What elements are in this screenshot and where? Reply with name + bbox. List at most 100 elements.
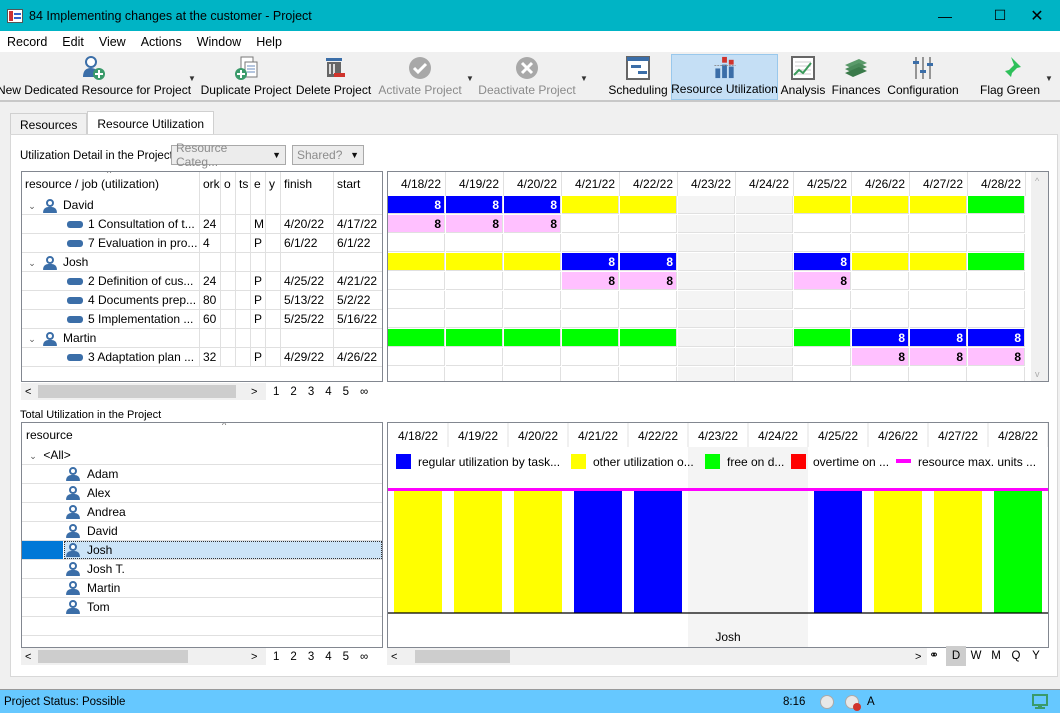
resource-list-item[interactable]: Tom: [22, 598, 382, 617]
utilization-cell[interactable]: [910, 253, 967, 271]
clock-add-icon[interactable]: [820, 695, 834, 709]
scroll-thumb[interactable]: [38, 385, 236, 398]
utilization-cell[interactable]: [736, 348, 793, 366]
utilization-cell[interactable]: 8: [794, 253, 851, 271]
configuration-button[interactable]: Configuration: [886, 54, 960, 100]
menu-edit[interactable]: Edit: [55, 35, 92, 49]
page-link[interactable]: ∞: [360, 651, 368, 663]
utilization-cell[interactable]: 8: [794, 272, 851, 290]
utilization-cell[interactable]: [736, 329, 793, 347]
utilization-cell[interactable]: [852, 310, 909, 328]
page-link[interactable]: 4: [325, 386, 331, 398]
clock-remove-icon[interactable]: [845, 695, 861, 711]
utilization-cell[interactable]: [736, 196, 793, 214]
close-button[interactable]: ✕: [1014, 0, 1060, 31]
minimize-button[interactable]: —: [922, 0, 968, 31]
utilization-cell[interactable]: [504, 310, 561, 328]
utilization-cell[interactable]: [852, 291, 909, 309]
column-header-work[interactable]: ork: [200, 172, 221, 196]
utilization-cell[interactable]: [678, 234, 735, 252]
page-link[interactable]: 5: [343, 386, 349, 398]
scroll-thumb[interactable]: [38, 650, 188, 663]
total-tree-hscrollbar[interactable]: < >: [21, 648, 266, 665]
utilization-cell[interactable]: [446, 253, 503, 271]
utilization-cell[interactable]: [736, 291, 793, 309]
utilization-cell[interactable]: [968, 272, 1025, 290]
utilization-cell[interactable]: [736, 310, 793, 328]
utilization-cell[interactable]: [620, 234, 677, 252]
utilization-cell[interactable]: [620, 310, 677, 328]
utilization-cell[interactable]: [504, 348, 561, 366]
chevron-down-icon[interactable]: ⌄: [25, 334, 39, 345]
utilization-cell[interactable]: 8: [910, 329, 967, 347]
utilization-cell[interactable]: [446, 234, 503, 252]
utilization-cell[interactable]: [794, 234, 851, 252]
utilization-cell[interactable]: [388, 329, 445, 347]
utilization-cell[interactable]: [620, 196, 677, 214]
page-link[interactable]: 2: [290, 386, 296, 398]
resource-category-filter[interactable]: Resource Categ... ▼: [171, 141, 286, 169]
deactivate-dropdown-icon[interactable]: ▼: [580, 74, 588, 83]
page-link[interactable]: 3: [308, 651, 314, 663]
utilization-cell[interactable]: [736, 253, 793, 271]
utilization-cell[interactable]: [910, 196, 967, 214]
column-header-resource[interactable]: resource: [26, 428, 73, 442]
chevron-down-icon[interactable]: ⌄: [25, 201, 39, 212]
page-link[interactable]: 4: [325, 651, 331, 663]
chevron-down-icon[interactable]: ⌄: [26, 451, 40, 462]
resource-list-item[interactable]: Martin: [22, 579, 382, 598]
scale-option-d[interactable]: D: [946, 646, 966, 666]
tab-resources[interactable]: Resources: [10, 113, 88, 135]
detail-tree-hscrollbar[interactable]: < >: [21, 383, 266, 400]
utilization-cell[interactable]: [910, 272, 967, 290]
menu-window[interactable]: Window: [190, 35, 249, 49]
scheduling-button[interactable]: Scheduling: [608, 54, 668, 100]
utilization-cell[interactable]: 8: [562, 253, 619, 271]
scroll-left-icon[interactable]: <: [25, 386, 31, 398]
scroll-thumb[interactable]: [415, 650, 510, 663]
resource-list-item[interactable]: Adam: [22, 465, 382, 484]
utilization-cell[interactable]: [968, 291, 1025, 309]
resource-list-item[interactable]: Andrea: [22, 503, 382, 522]
duplicate-project-button[interactable]: Duplicate Project: [201, 54, 291, 100]
utilization-cell[interactable]: 8: [968, 329, 1025, 347]
analysis-button[interactable]: Analysis: [780, 54, 826, 100]
menu-help[interactable]: Help: [249, 35, 290, 49]
resource-row[interactable]: ⌄ Josh: [22, 253, 382, 272]
utilization-cell[interactable]: [504, 272, 561, 290]
utilization-cell[interactable]: 8: [852, 348, 909, 366]
scroll-right-icon[interactable]: >: [251, 386, 257, 398]
scale-option-w[interactable]: W: [966, 646, 986, 666]
scale-option-m[interactable]: M: [986, 646, 1006, 666]
utilization-cell[interactable]: [446, 329, 503, 347]
utilization-cell[interactable]: 8: [852, 329, 909, 347]
utilization-cell[interactable]: [968, 253, 1025, 271]
utilization-cell[interactable]: [620, 291, 677, 309]
utilization-cell[interactable]: [794, 215, 851, 233]
resource-list-item[interactable]: Josh: [22, 541, 382, 560]
utilization-cell[interactable]: [562, 234, 619, 252]
new-dedicated-resource-button[interactable]: New Dedicated Resource for Project: [0, 54, 191, 100]
column-header-start[interactable]: start: [334, 172, 382, 196]
utilization-cell[interactable]: 8: [388, 196, 445, 214]
monitor-icon[interactable]: [1032, 694, 1048, 710]
column-header-resource-job[interactable]: resource / job (utilization): [22, 172, 200, 196]
utilization-cell[interactable]: [678, 329, 735, 347]
page-link[interactable]: 1: [273, 386, 279, 398]
column-header-col4[interactable]: e: [251, 172, 266, 196]
utilization-cell[interactable]: [968, 215, 1025, 233]
utilization-cell[interactable]: [794, 196, 851, 214]
utilization-cell[interactable]: [446, 348, 503, 366]
utilization-cell[interactable]: [562, 310, 619, 328]
column-header-col3[interactable]: ts: [236, 172, 251, 196]
utilization-cell[interactable]: [910, 234, 967, 252]
shared-filter[interactable]: Shared? ▼: [292, 145, 364, 165]
utilization-cell[interactable]: [852, 234, 909, 252]
page-link[interactable]: 3: [308, 386, 314, 398]
utilization-cell[interactable]: [388, 348, 445, 366]
utilization-cell[interactable]: [968, 310, 1025, 328]
utilization-cell[interactable]: [620, 215, 677, 233]
resource-list-item[interactable]: Alex: [22, 484, 382, 503]
utilization-cell[interactable]: [562, 348, 619, 366]
scroll-right-icon[interactable]: >: [251, 651, 257, 663]
